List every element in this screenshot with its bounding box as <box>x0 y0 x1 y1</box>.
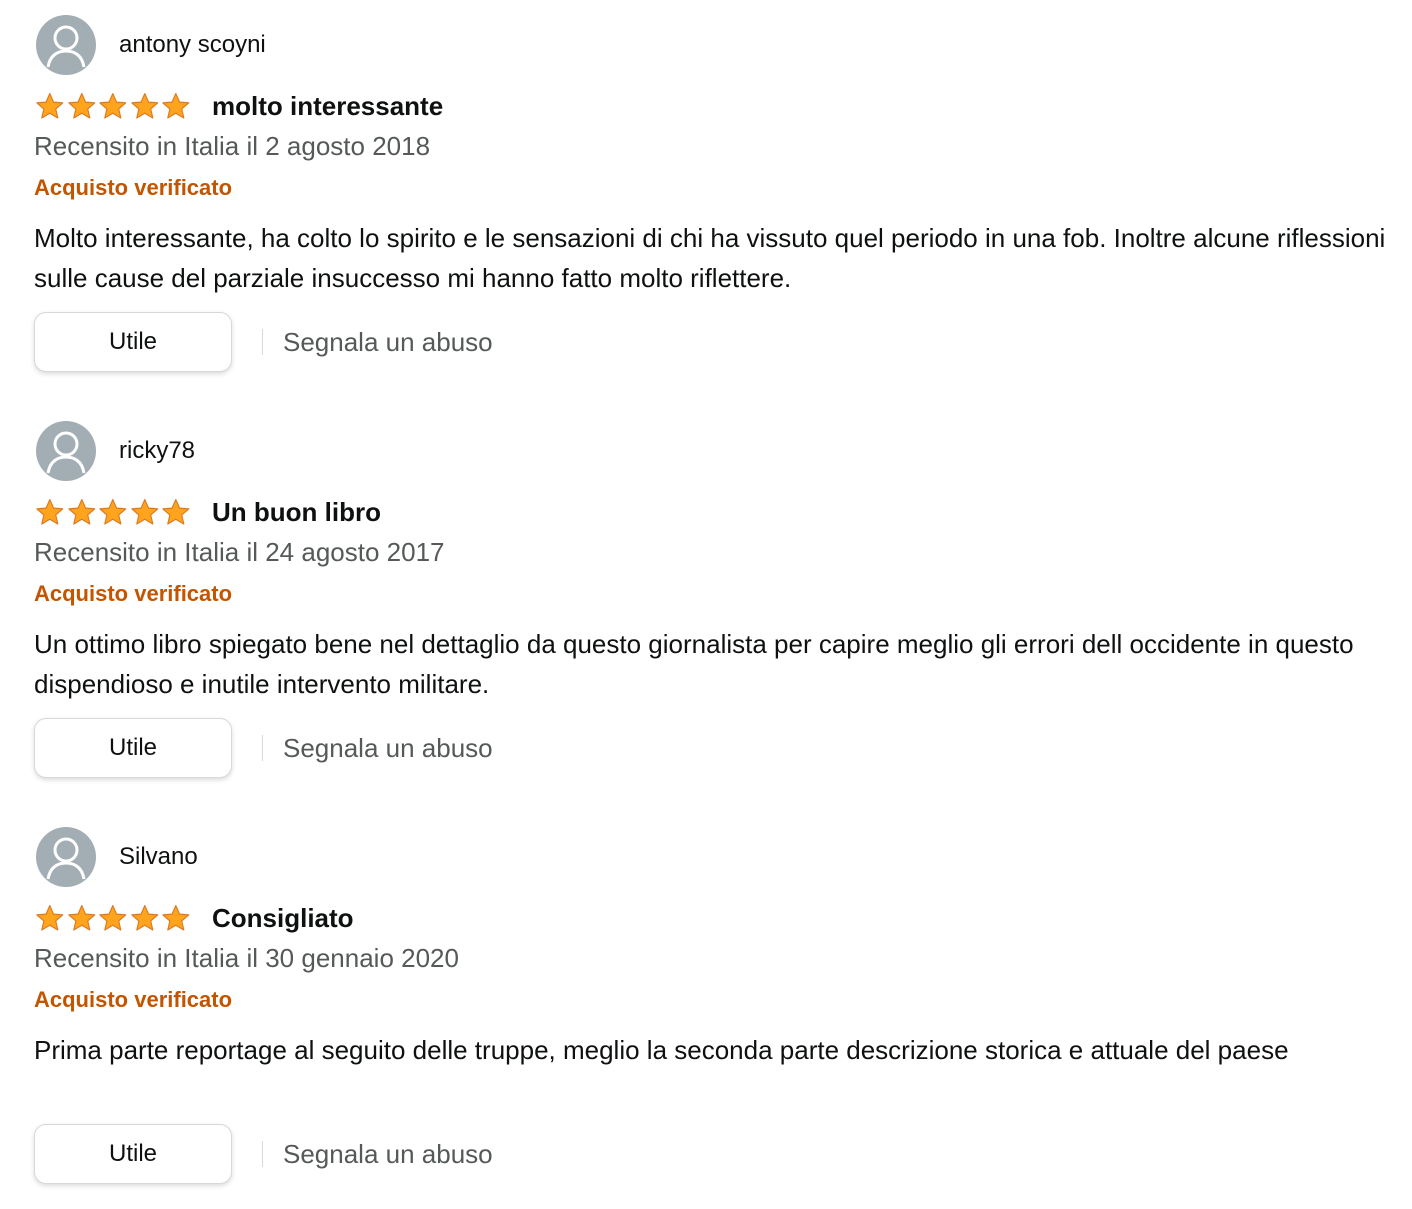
star-icon <box>162 498 190 525</box>
action-separator <box>262 1141 263 1167</box>
star-icon <box>131 498 159 525</box>
star-icon <box>36 92 64 119</box>
review-date: Recensito in Italia il 30 gennaio 2020 <box>34 943 459 973</box>
reviewer-name[interactable]: antony scoyni <box>119 31 266 59</box>
star-icon <box>99 904 127 931</box>
verified-purchase-badge: Acquisto verificato <box>34 987 233 1012</box>
star-icon <box>99 92 127 119</box>
reviewer-name[interactable]: ricky78 <box>119 437 195 465</box>
helpful-button[interactable]: Utile <box>34 312 232 372</box>
report-abuse-link[interactable]: Segnala un abuso <box>283 327 493 358</box>
reviews-list: antony scoyni molto interessante Recensi… <box>0 0 1412 1209</box>
reviewer-profile[interactable]: ricky78 <box>36 421 195 481</box>
review-title-row: molto interessante <box>34 88 443 124</box>
reviewer-profile[interactable]: Silvano <box>36 827 198 887</box>
review-date: Recensito in Italia il 24 agosto 2017 <box>34 537 445 567</box>
helpful-button[interactable]: Utile <box>34 718 232 778</box>
review-title[interactable]: Un buon libro <box>212 497 381 528</box>
review-title-row: Consigliato <box>34 900 354 936</box>
avatar-icon <box>36 15 96 75</box>
review-title[interactable]: Consigliato <box>212 903 354 934</box>
star-rating[interactable] <box>34 91 192 122</box>
review-body: Un ottimo libro spiegato bene nel dettag… <box>34 629 1354 699</box>
review-actions: Utile Segnala un abuso <box>34 718 493 778</box>
star-icon <box>67 92 95 119</box>
star-icon <box>99 498 127 525</box>
star-rating[interactable] <box>34 497 192 528</box>
review-title-row: Un buon libro <box>34 494 381 530</box>
star-icon <box>36 904 64 931</box>
review-card: ricky78 Un buon libro Recensito in Itali… <box>0 406 1412 812</box>
star-icon <box>131 904 159 931</box>
star-rating[interactable] <box>34 903 192 934</box>
helpful-button[interactable]: Utile <box>34 1124 232 1184</box>
avatar-icon <box>36 827 96 887</box>
review-card: antony scoyni molto interessante Recensi… <box>0 0 1412 406</box>
review-body: Molto interessante, ha colto lo spirito … <box>34 223 1386 293</box>
star-icon <box>162 92 190 119</box>
report-abuse-link[interactable]: Segnala un abuso <box>283 733 493 764</box>
avatar-icon <box>36 421 96 481</box>
star-icon <box>36 498 64 525</box>
review-actions: Utile Segnala un abuso <box>34 312 493 372</box>
review-date: Recensito in Italia il 2 agosto 2018 <box>34 131 431 161</box>
report-abuse-link[interactable]: Segnala un abuso <box>283 1139 493 1170</box>
verified-purchase-badge: Acquisto verificato <box>34 175 233 200</box>
review-card: Silvano Consigliato Recensito in Italia … <box>0 812 1412 1209</box>
review-actions: Utile Segnala un abuso <box>34 1124 493 1184</box>
reviewer-profile[interactable]: antony scoyni <box>36 15 266 75</box>
star-icon <box>131 92 159 119</box>
star-icon <box>67 904 95 931</box>
action-separator <box>262 329 263 355</box>
review-title[interactable]: molto interessante <box>212 91 443 122</box>
review-body: Prima parte reportage al seguito delle t… <box>34 1035 1289 1065</box>
reviewer-name[interactable]: Silvano <box>119 843 198 871</box>
verified-purchase-badge: Acquisto verificato <box>34 581 233 606</box>
star-icon <box>67 498 95 525</box>
action-separator <box>262 735 263 761</box>
star-icon <box>162 904 190 931</box>
